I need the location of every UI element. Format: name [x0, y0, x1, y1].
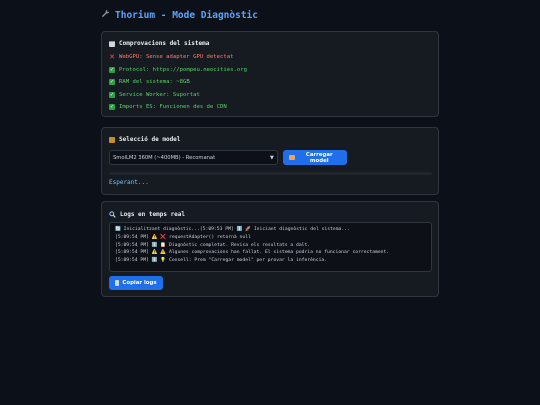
wrench-icon	[101, 9, 110, 23]
log-line: [5:09:54 PM] ℹ️ 💡 Consell: Prem "Carrega…	[115, 258, 328, 264]
log-output[interactable]: 🔄 Inicialitzant diagnòstic...[5:09:53 PM…	[109, 222, 432, 272]
model-selection-title: Selecció de model	[119, 136, 181, 143]
package-icon	[109, 136, 115, 143]
logs-header: Logs en temps real	[109, 210, 185, 219]
load-status-text: Esperant...	[109, 179, 149, 186]
log-line: 🔄 Inicialitzant diagnòstic...[5:09:53 PM…	[115, 227, 350, 232]
magnifier-icon	[109, 211, 116, 218]
check-text: Service Worker: Suportat	[119, 91, 200, 98]
check-item-ram: ✓ RAM del sistema: ~8GB	[109, 76, 431, 89]
check-icon: ✓	[109, 104, 115, 111]
load-progress-bar	[109, 172, 432, 175]
page-title-text: Thorium - Mode Diagnòstic	[115, 10, 258, 21]
logs-card: Logs en temps real 🔄 Inicialitzant diagn…	[101, 201, 439, 297]
check-text: WebGPU: Sense adapter GPU detectat	[119, 54, 234, 60]
inbox-tray-icon	[289, 155, 295, 160]
check-item-webgpu: ✕ WebGPU: Sense adapter GPU detectat	[109, 51, 431, 64]
check-text: Imports ES: Funcionen des de CDN	[119, 104, 227, 110]
check-icon: ✓	[109, 66, 115, 73]
logs-title: Logs en temps real	[120, 211, 186, 218]
system-checks-header: Comprovacions del sistema	[109, 39, 431, 48]
clipboard-icon	[109, 40, 115, 47]
copy-logs-label: Copiar logs	[122, 280, 157, 286]
log-line: [5:09:54 PM] ⚠️ ❌ requestAdapter() retor…	[115, 234, 251, 240]
checks-list: ✕ WebGPU: Sense adapter GPU detectat ✓ P…	[109, 51, 431, 114]
log-line: [5:09:54 PM] ℹ️ 📋 Diagnòstic completat. …	[115, 242, 311, 248]
model-selection-header: Selecció de model	[109, 135, 180, 144]
check-item-protocol: ✓ Protocol: https://pompeu.neocities.org	[109, 64, 431, 77]
check-item-imports: ✓ Imports ES: Funcionen des de CDN	[109, 101, 431, 114]
model-select[interactable]: SmolLM2 360M (~400MB) - Recomanat	[109, 150, 278, 165]
check-icon: ✓	[109, 91, 115, 98]
system-checks-title: Comprovacions del sistema	[119, 40, 210, 47]
cross-icon: ✕	[109, 53, 115, 62]
load-model-button[interactable]: Carregar model	[283, 150, 347, 165]
check-item-service-worker: ✓ Service Worker: Suportat	[109, 89, 431, 102]
log-line: [5:09:54 PM] ⚠️ ⚠️ Algunes comprovacions…	[115, 250, 390, 256]
system-checks-card: Comprovacions del sistema ✕ WebGPU: Sens…	[101, 31, 439, 117]
model-selection-card: Selecció de model SmolLM2 360M (~400MB) …	[101, 127, 439, 195]
load-model-label: Carregar model	[305, 151, 333, 164]
copy-logs-button[interactable]: Copiar logs	[109, 276, 163, 290]
check-icon: ✓	[109, 79, 115, 86]
page-title: Thorium - Mode Diagnòstic	[101, 9, 439, 23]
check-text: RAM del sistema: ~8GB	[119, 79, 190, 85]
check-text: Protocol: https://pompeu.neocities.org	[119, 66, 247, 73]
clipboard-icon	[115, 280, 120, 286]
diagnostic-container: Thorium - Mode Diagnòstic Comprovacions …	[101, 0, 439, 297]
